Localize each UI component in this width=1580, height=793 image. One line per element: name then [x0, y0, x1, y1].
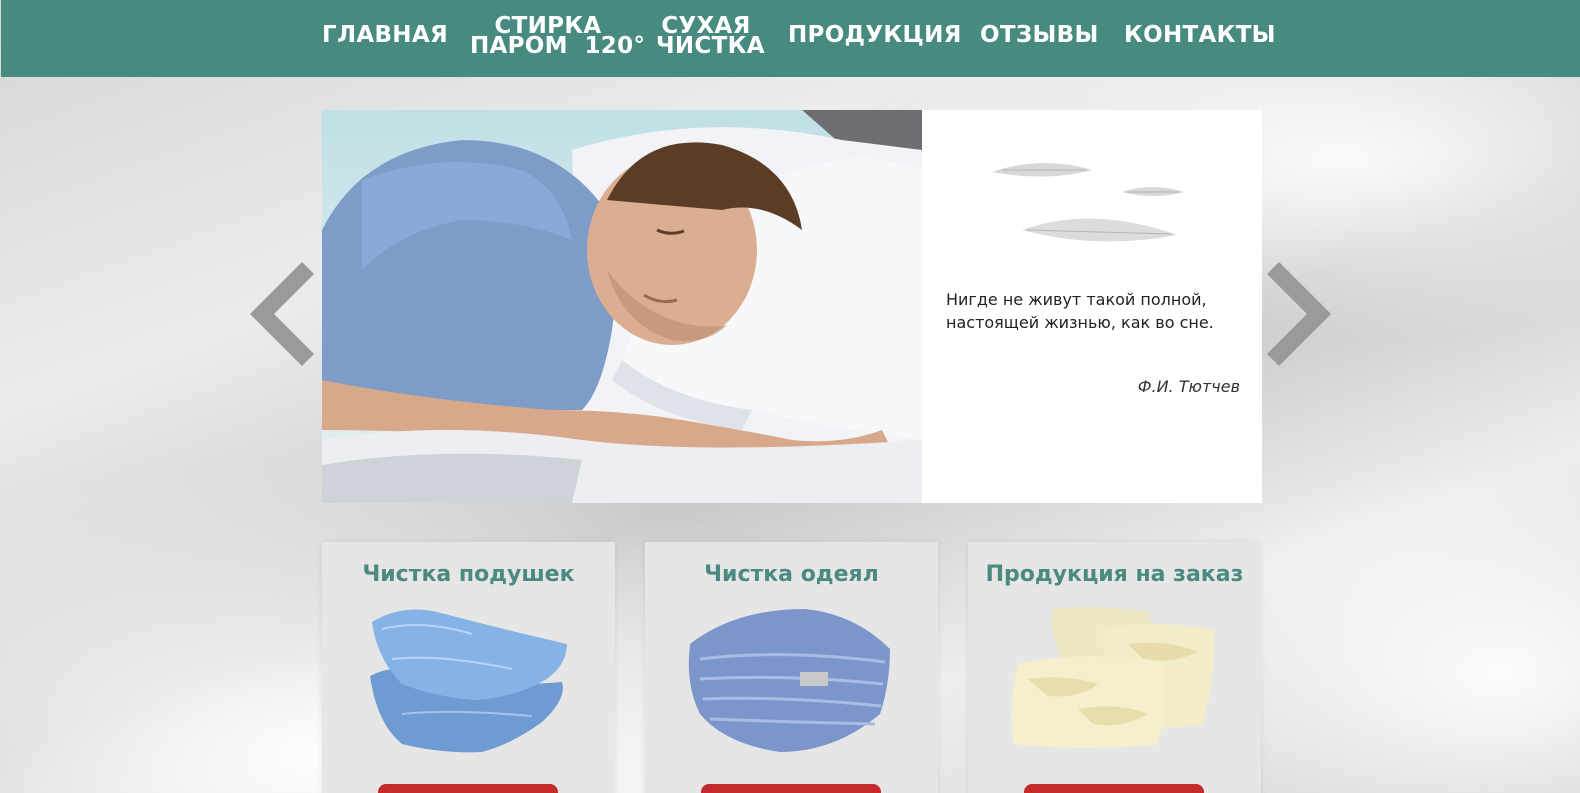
slider-prev-button[interactable] [249, 261, 320, 372]
chevron-right-icon [1266, 261, 1332, 367]
nav-item-reviews[interactable]: ОТЗЫВЫ [980, 22, 1099, 48]
card-order-button[interactable] [701, 784, 881, 793]
cream-pillows-image [1011, 607, 1215, 748]
card-title: Чистка подушек [362, 562, 575, 587]
nav-item-label-line2: ЧИСТКА [656, 33, 765, 59]
main-nav: ГЛАВНАЯ СТИРКА ПАРОМ 120° СУХАЯ ЧИСТКА П… [0, 0, 1580, 77]
blue-blanket-image [688, 609, 890, 752]
nav-item-contacts[interactable]: КОНТАКТЫ [1124, 22, 1276, 48]
nav-item-products[interactable]: ПРОДУКЦИЯ [788, 22, 962, 48]
nav-item-label: ПРОДУКЦИЯ [788, 22, 962, 48]
nav-item-label: КОНТАКТЫ [1124, 22, 1276, 48]
quote-text: Нигде не живут такой полной, настоящей ж… [946, 288, 1246, 334]
card-title: Продукция на заказ [985, 562, 1244, 587]
service-card-blankets[interactable]: Чистка одеял [645, 542, 938, 793]
slider-next-button[interactable] [1265, 261, 1335, 372]
quote-panel: Нигде не живут такой полной, настоящей ж… [922, 110, 1262, 503]
nav-item-dry-cleaning[interactable]: СУХАЯ ЧИСТКА [656, 15, 765, 59]
service-card-pillows[interactable]: Чистка подушек [322, 542, 615, 793]
nav-item-steam-wash[interactable]: СТИРКА ПАРОМ 120° [470, 15, 646, 59]
card-order-button[interactable] [1024, 784, 1204, 793]
blue-pillows-image [370, 609, 567, 753]
nav-item-label: ОТЗЫВЫ [980, 22, 1099, 48]
quote-line-1: Нигде не живут такой полной, [946, 290, 1207, 309]
feathers-illustration [992, 162, 1184, 242]
nav-item-label-line2: ПАРОМ 120° [470, 33, 646, 59]
service-card-custom-products[interactable]: Продукция на заказ [968, 542, 1261, 793]
quote-line-2: настоящей жизнью, как во сне. [946, 313, 1214, 332]
chevron-left-icon [249, 261, 315, 367]
sleeping-man-photo [322, 110, 922, 503]
nav-item-label: ГЛАВНАЯ [322, 22, 448, 48]
card-title: Чистка одеял [704, 562, 879, 587]
hero-slider: Нигде не живут такой полной, настоящей ж… [322, 110, 1262, 503]
quote-author: Ф.И. Тютчев [1137, 377, 1240, 396]
nav-item-home[interactable]: ГЛАВНАЯ [322, 22, 448, 48]
card-order-button[interactable] [378, 784, 558, 793]
